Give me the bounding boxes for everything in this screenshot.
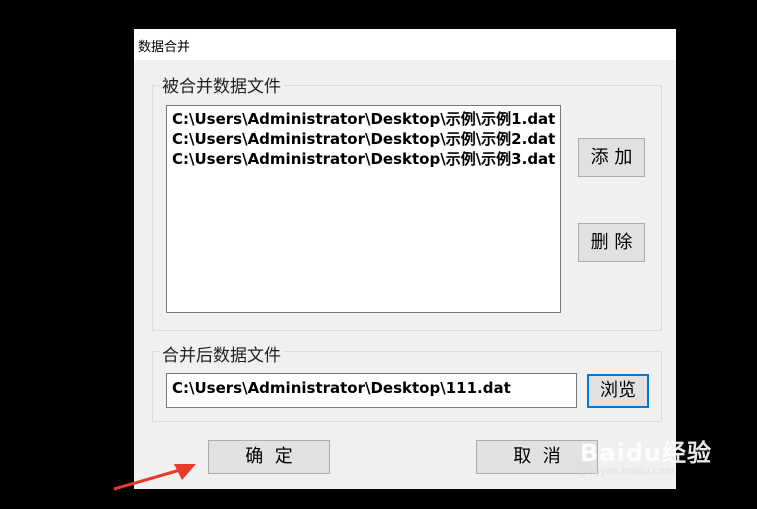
source-files-list[interactable]: C:\Users\Administrator\Desktop\示例\示例1.da…	[166, 105, 561, 313]
add-button[interactable]: 添 加	[578, 138, 645, 177]
watermark-brand: Baidu经验	[580, 439, 712, 467]
annotation-arrow-icon	[113, 464, 196, 491]
output-path-field[interactable]: C:\Users\Administrator\Desktop\111.dat	[166, 373, 577, 408]
list-item[interactable]: C:\Users\Administrator\Desktop\示例\示例2.da…	[172, 128, 555, 149]
output-file-group-title: 合并后数据文件	[160, 341, 283, 366]
delete-button[interactable]: 删 除	[578, 223, 645, 262]
ok-button[interactable]: 确 定	[208, 440, 330, 474]
list-item[interactable]: C:\Users\Administrator\Desktop\示例\示例3.da…	[172, 148, 555, 169]
title-bar[interactable]: 数据合并	[134, 29, 676, 60]
browse-button[interactable]: 浏览	[587, 374, 649, 408]
window-title: 数据合并	[138, 40, 191, 55]
source-files-group-title: 被合并数据文件	[160, 72, 283, 97]
baidu-watermark: Baidu经验 jingyan.baidu.com	[580, 433, 712, 477]
list-item[interactable]: C:\Users\Administrator\Desktop\示例\示例1.da…	[172, 108, 555, 129]
merge-data-dialog: 数据合并 被合并数据文件 C:\Users\Administrator\Desk…	[134, 29, 676, 489]
